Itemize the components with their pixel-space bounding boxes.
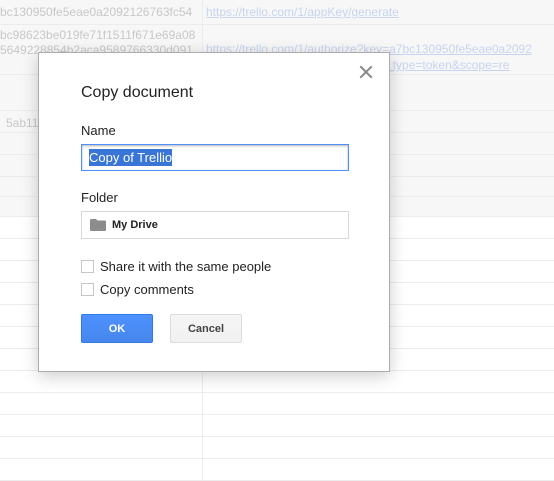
copy-comments-label: Copy comments [100,282,194,297]
name-input[interactable]: Copy of Trellio [81,144,349,171]
name-label: Name [81,123,116,138]
folder-value: My Drive [112,219,158,231]
copy-document-dialog: Copy document Name Copy of Trellio Folde… [38,52,390,372]
name-input-value: Copy of Trellio [89,149,173,166]
dialog-title: Copy document [81,84,194,101]
app-window: bc130950fe5eae0a2092126763fc54 https://t… [0,0,554,481]
share-checkbox[interactable] [81,260,94,273]
folder-icon [90,219,106,231]
share-option[interactable]: Share it with the same people [81,259,271,274]
close-icon [359,65,373,79]
folder-picker[interactable]: My Drive [81,211,349,239]
copy-comments-checkbox[interactable] [81,283,94,296]
folder-label: Folder [81,190,118,205]
share-label: Share it with the same people [100,259,272,274]
cancel-button[interactable]: Cancel [170,314,242,343]
copy-comments-option[interactable]: Copy comments [81,282,194,297]
close-button[interactable] [359,65,373,79]
ok-button[interactable]: OK [81,314,153,343]
